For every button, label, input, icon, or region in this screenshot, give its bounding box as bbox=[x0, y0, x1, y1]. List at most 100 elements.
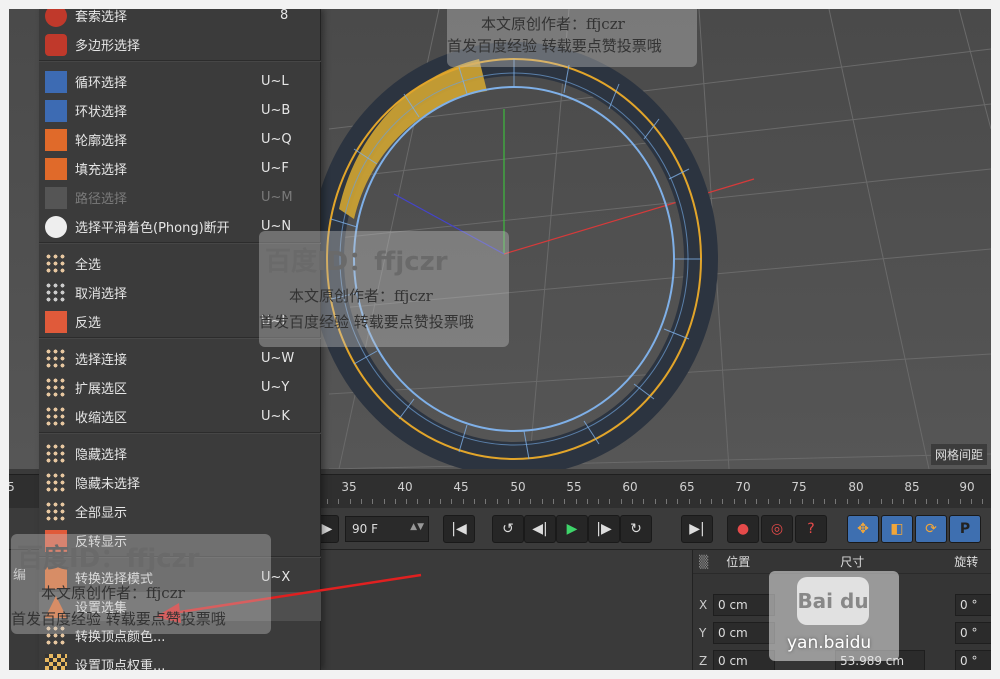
menu-item-label: 取消选择 bbox=[75, 287, 128, 302]
polygon-select-icon bbox=[45, 34, 67, 56]
menu-item-label: 反选 bbox=[75, 316, 102, 331]
axis-label: Y bbox=[699, 626, 707, 640]
menu-item-label: 环状选择 bbox=[75, 105, 128, 120]
ruler-tick bbox=[790, 499, 791, 504]
watermark-author: 本文原创作者：ffjczr bbox=[289, 287, 433, 305]
ruler-tick bbox=[576, 499, 577, 504]
ruler-tick bbox=[350, 499, 351, 504]
ruler-tick bbox=[689, 499, 690, 504]
step-back-icon[interactable]: ◀| bbox=[524, 515, 556, 543]
menu-item-shortcut: U~Y bbox=[261, 380, 290, 395]
menu-item-path[interactable]: 路径选择 U~M bbox=[39, 183, 321, 212]
param-key-icon[interactable]: P bbox=[949, 515, 981, 543]
ruler-tick bbox=[745, 499, 746, 504]
ruler-tick bbox=[960, 499, 961, 504]
move-key-icon[interactable]: ✥ bbox=[847, 515, 879, 543]
menu-item-loop[interactable]: 循环选择 U~L bbox=[39, 67, 321, 96]
menu-item-outline[interactable]: 轮廓选择 U~Q bbox=[39, 125, 321, 154]
watermark-middle: 百度ID：ffjczr 本文原创作者：ffjczr 首发百度经验 转载要点赞投票… bbox=[259, 231, 509, 347]
menu-item-label: 多边形选择 bbox=[75, 39, 141, 54]
position-z-field[interactable]: 0 cm bbox=[713, 650, 775, 670]
go-to-start-icon[interactable]: |◀ bbox=[443, 515, 475, 543]
grid-spacing-label: 网格间距 bbox=[930, 444, 987, 465]
menu-item-hide-selected[interactable]: 隐藏选择 bbox=[39, 439, 321, 468]
ruler-tick bbox=[971, 499, 972, 504]
ruler-tick bbox=[598, 499, 599, 504]
tick-label: 60 bbox=[622, 480, 638, 494]
scale-key-icon[interactable]: ◧ bbox=[881, 515, 913, 543]
shrink-selection-icon bbox=[45, 406, 67, 428]
ruler-tick bbox=[417, 499, 418, 504]
menu-item-grow[interactable]: 扩展选区 U~Y bbox=[39, 373, 321, 402]
tick-label: 65 bbox=[679, 480, 695, 494]
rotation-h-field[interactable]: 0 ° bbox=[955, 594, 991, 616]
ruler-tick bbox=[587, 499, 588, 504]
app-window: 网格间距 5 35 40 45 50 55 60 65 70 75 80 85 … bbox=[9, 9, 991, 670]
ruler-tick bbox=[734, 499, 735, 504]
spinner-icon[interactable]: ▲▼ bbox=[410, 522, 424, 532]
ruler-tick bbox=[881, 499, 882, 504]
menu-item-ring[interactable]: 环状选择 U~B bbox=[39, 96, 321, 125]
step-forward-icon[interactable]: |▶ bbox=[588, 515, 620, 543]
prev-key-icon[interactable]: ↺ bbox=[492, 515, 524, 543]
menu-item-label: 路径选择 bbox=[75, 192, 128, 207]
rotation-b-field[interactable]: 0 ° bbox=[955, 650, 991, 670]
menu-item-unhide-all[interactable]: 全部显示 bbox=[39, 497, 321, 526]
menu-item-fill[interactable]: 填充选择 U~F bbox=[39, 154, 321, 183]
ruler-tick bbox=[802, 499, 803, 504]
keyframe-help-icon[interactable]: ? bbox=[795, 515, 827, 543]
go-to-end-icon[interactable]: ▶| bbox=[681, 515, 713, 543]
tick-label: 45 bbox=[453, 480, 469, 494]
phong-break-icon bbox=[45, 216, 67, 238]
tick-label: 80 bbox=[848, 480, 864, 494]
menu-item-label: 循环选择 bbox=[75, 76, 128, 91]
position-y-field[interactable]: 0 cm bbox=[713, 622, 775, 644]
ruler-tick bbox=[327, 499, 328, 504]
position-x-field[interactable]: 0 cm bbox=[713, 594, 775, 616]
menu-separator bbox=[39, 432, 321, 434]
baidu-logo-text: Bai du bbox=[797, 589, 869, 613]
invert-select-icon bbox=[45, 311, 67, 333]
end-frame-value: 90 F bbox=[352, 522, 378, 536]
ruler-tick bbox=[474, 499, 475, 504]
auto-key-icon[interactable]: ◎ bbox=[761, 515, 793, 543]
menu-item-select-connected[interactable]: 选择连接 U~W bbox=[39, 344, 321, 373]
next-key-icon[interactable]: ↻ bbox=[620, 515, 652, 543]
rotation-p-field[interactable]: 0 ° bbox=[955, 622, 991, 644]
menu-item-shortcut: U~Q bbox=[261, 132, 292, 147]
menu-item-shortcut: U~K bbox=[261, 409, 290, 424]
menu-item-label: 隐藏未选择 bbox=[75, 477, 141, 492]
ruler-tick bbox=[508, 499, 509, 504]
ruler-tick bbox=[915, 499, 916, 504]
ruler-tick bbox=[948, 499, 949, 504]
tick-label: 90 bbox=[959, 480, 975, 494]
ruler-tick bbox=[621, 499, 622, 504]
ruler-tick bbox=[722, 499, 723, 504]
menu-item-lasso[interactable]: 套索选择 8 bbox=[39, 9, 321, 30]
menu-item-vertex-weight[interactable]: 设置顶点权重... bbox=[39, 650, 321, 670]
hide-unselected-icon bbox=[45, 472, 67, 494]
menu-item-shortcut: U~L bbox=[261, 74, 289, 89]
rotate-key-icon[interactable]: ⟳ bbox=[915, 515, 947, 543]
record-icon[interactable]: ● bbox=[727, 515, 759, 543]
ruler-tick bbox=[485, 499, 486, 504]
end-frame-field[interactable]: 90 F ▲▼ bbox=[345, 516, 429, 542]
menu-item-shortcut: U~B bbox=[261, 103, 291, 118]
grip-icon: ▒ bbox=[699, 554, 709, 569]
unhide-all-icon bbox=[45, 501, 67, 523]
ruler-tick bbox=[463, 499, 464, 504]
watermark-author: 本文原创作者：ffjczr bbox=[41, 584, 185, 602]
outline-select-icon bbox=[45, 129, 67, 151]
menu-item-shrink[interactable]: 收缩选区 U~K bbox=[39, 402, 321, 431]
ruler-tick bbox=[858, 499, 859, 504]
ruler-tick bbox=[384, 499, 385, 504]
menu-item-hide-unselected[interactable]: 隐藏未选择 bbox=[39, 468, 321, 497]
menu-item-label: 隐藏选择 bbox=[75, 448, 128, 463]
menu-item-polygon[interactable]: 多边形选择 bbox=[39, 30, 321, 59]
ruler-tick bbox=[835, 499, 836, 504]
menu-separator bbox=[39, 60, 321, 62]
ruler-tick bbox=[564, 499, 565, 504]
grow-selection-icon bbox=[45, 377, 67, 399]
play-icon[interactable]: ▶ bbox=[556, 515, 588, 543]
ruler-tick bbox=[372, 499, 373, 504]
